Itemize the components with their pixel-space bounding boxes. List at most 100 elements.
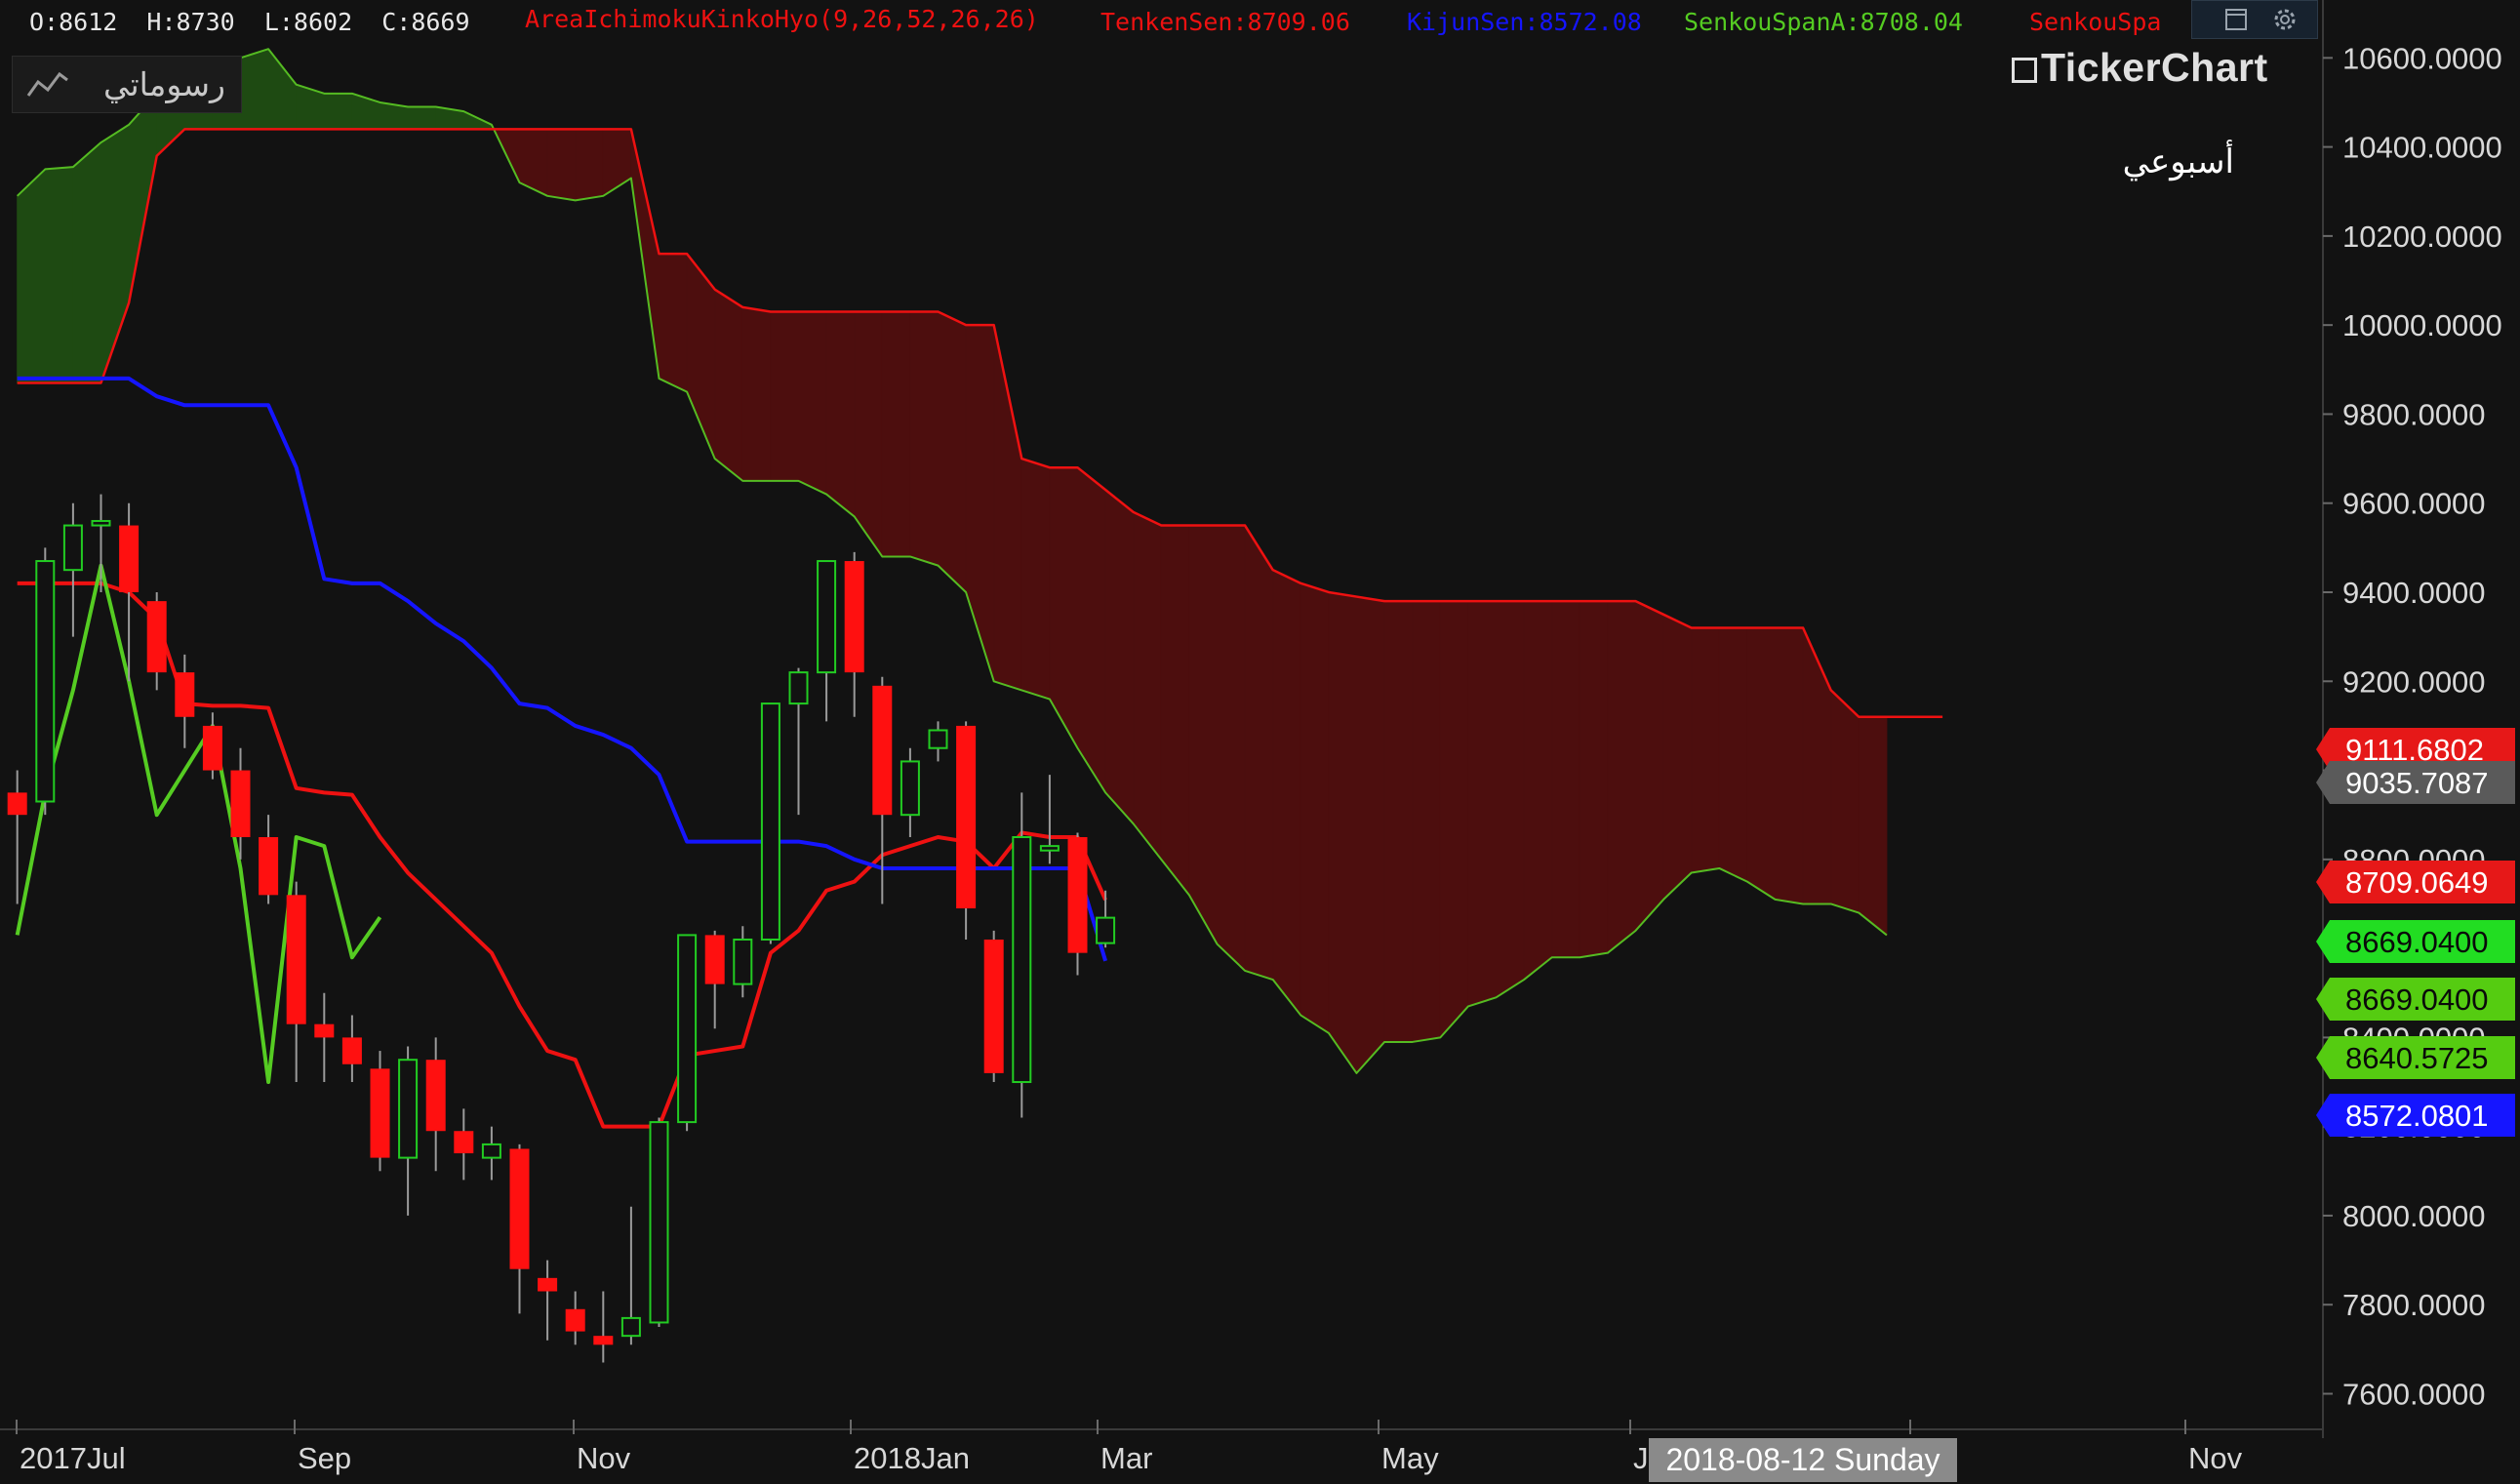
candle-body <box>565 1308 585 1332</box>
bull-candle <box>1012 792 1032 1118</box>
x-tick-label: Mar <box>1100 1441 1152 1475</box>
cloud-segment <box>1133 511 1162 862</box>
cloud-segment <box>323 93 353 130</box>
cloud-segment <box>1691 627 1720 874</box>
price-tag: 9035.7087 <box>2316 761 2515 804</box>
candle-body <box>454 1131 474 1154</box>
candle-body <box>1096 916 1116 944</box>
bull-candle <box>620 1206 641 1345</box>
price-tag: 8669.0400 <box>2316 978 2515 1021</box>
cloud-segment <box>741 306 772 482</box>
x-tick-label: Sep <box>298 1441 351 1475</box>
price-tag: 8709.0649 <box>2316 861 2515 903</box>
my-drawings-label: رسوماتي <box>102 66 225 102</box>
y-tick-label: 10000.0000 <box>2342 308 2502 342</box>
bear-candle <box>425 1037 446 1172</box>
candle-body <box>677 934 698 1124</box>
y-tick-label: 7600.0000 <box>2342 1377 2486 1411</box>
tickerchart-logo: TickerChart <box>2012 45 2268 91</box>
cloud-segment <box>1662 614 1693 902</box>
bear-candle <box>341 1015 362 1083</box>
cloud-segment <box>659 253 688 393</box>
cloud-segment <box>1635 600 1664 933</box>
bear-candle <box>202 712 222 780</box>
bear-candle <box>538 1260 558 1341</box>
cloud-segment <box>1579 600 1609 958</box>
cloud-segment <box>1272 569 1301 1018</box>
period-label: أسبوعي <box>2122 143 2234 180</box>
cloud-segment <box>575 128 604 201</box>
candle-body <box>175 672 195 717</box>
cloud-segment <box>44 166 74 383</box>
cloud-segment <box>1188 525 1218 946</box>
bull-candle <box>481 1126 501 1181</box>
y-tick-label: 10400.0000 <box>2342 131 2502 165</box>
cloud-segment <box>993 325 1022 692</box>
tenkan-readout: TenkenSen:8709.06 <box>1100 8 1350 36</box>
candle-body <box>760 702 780 941</box>
candle-body <box>593 1336 614 1345</box>
y-tick-label: 9200.0000 <box>2342 664 2486 699</box>
bear-candle <box>844 551 864 717</box>
senkou-a-readout: SenkouSpanA:8708.04 <box>1684 8 1963 36</box>
cloud-segment <box>1020 458 1051 701</box>
cloud-segment <box>240 48 269 130</box>
price-tag: 8669.0400 <box>2316 920 2515 963</box>
candle-body <box>1067 837 1088 953</box>
cloud-segment <box>965 324 995 682</box>
cloud-segment <box>825 310 856 518</box>
cloud-segment <box>1356 595 1385 1075</box>
ichimoku-cloud <box>17 47 1943 1075</box>
cloud-segment <box>1383 600 1414 1043</box>
candle-body <box>900 760 920 817</box>
cloud-segment <box>1244 523 1274 981</box>
cloud-segment <box>72 140 101 383</box>
bear-candle <box>175 654 195 748</box>
crosshair-date-label: 2018-08-12 Sunday <box>1649 1438 1957 1482</box>
price-tag-label: 8640.5725 <box>2345 1041 2489 1075</box>
cloud-segment <box>1439 600 1469 1039</box>
candle-body <box>398 1059 419 1159</box>
header-bar: O:8612 H:8730 L:8602 C:8669 AreaIchimoku… <box>29 5 2161 36</box>
cloud-segment <box>128 92 158 303</box>
x-tick-label: May <box>1381 1441 1439 1475</box>
chart-canvas[interactable]: 7600.00007800.00008000.00008200.00008400… <box>0 0 2520 1484</box>
bull-candle <box>1039 775 1060 864</box>
cloud-segment <box>1746 627 1776 901</box>
candle-body <box>1039 845 1060 852</box>
senkou-b-readout: SenkouSpa <box>2029 8 2161 36</box>
bear-candle <box>286 881 306 1083</box>
settings-gear-icon[interactable] <box>2270 7 2300 32</box>
bear-candle <box>454 1108 474 1181</box>
kijun-readout: KijunSen:8572.08 <box>1407 8 1642 36</box>
candle-body <box>844 561 864 673</box>
bull-candle <box>398 1046 419 1216</box>
x-tick-label: Nov <box>577 1441 631 1475</box>
bull-candle <box>649 1117 669 1328</box>
candle-body <box>91 519 111 527</box>
candle-body <box>817 560 837 674</box>
candle-body <box>481 1143 501 1159</box>
bull-candle <box>91 494 111 592</box>
bear-candle <box>593 1291 614 1363</box>
candle-body <box>872 685 893 816</box>
candlesticks <box>7 494 1116 1363</box>
price-axis[interactable]: 7600.00007800.00008000.00008200.00008400… <box>2323 41 2502 1411</box>
price-tag-label: 9035.7087 <box>2345 766 2489 800</box>
cloud-segment <box>1328 591 1357 1075</box>
bear-candle <box>370 1051 390 1172</box>
cloud-segment <box>798 310 827 496</box>
candle-body <box>788 671 809 705</box>
maximize-icon[interactable] <box>2221 7 2251 32</box>
bear-candle <box>259 815 279 904</box>
candle-body <box>704 935 725 984</box>
my-drawings-button[interactable]: رسوماتي <box>12 56 242 113</box>
candle-body <box>62 524 83 572</box>
indicator-name: AreaIchimokuKinkoHyo(9,26,52,26,26) <box>525 5 1039 33</box>
bull-candle <box>733 926 753 998</box>
bear-candle <box>956 721 977 940</box>
candle-body <box>983 939 1004 1073</box>
x-tick-label: 2018Jan <box>854 1441 970 1475</box>
bull-candle <box>677 934 698 1132</box>
cloud-segment <box>1412 600 1441 1043</box>
